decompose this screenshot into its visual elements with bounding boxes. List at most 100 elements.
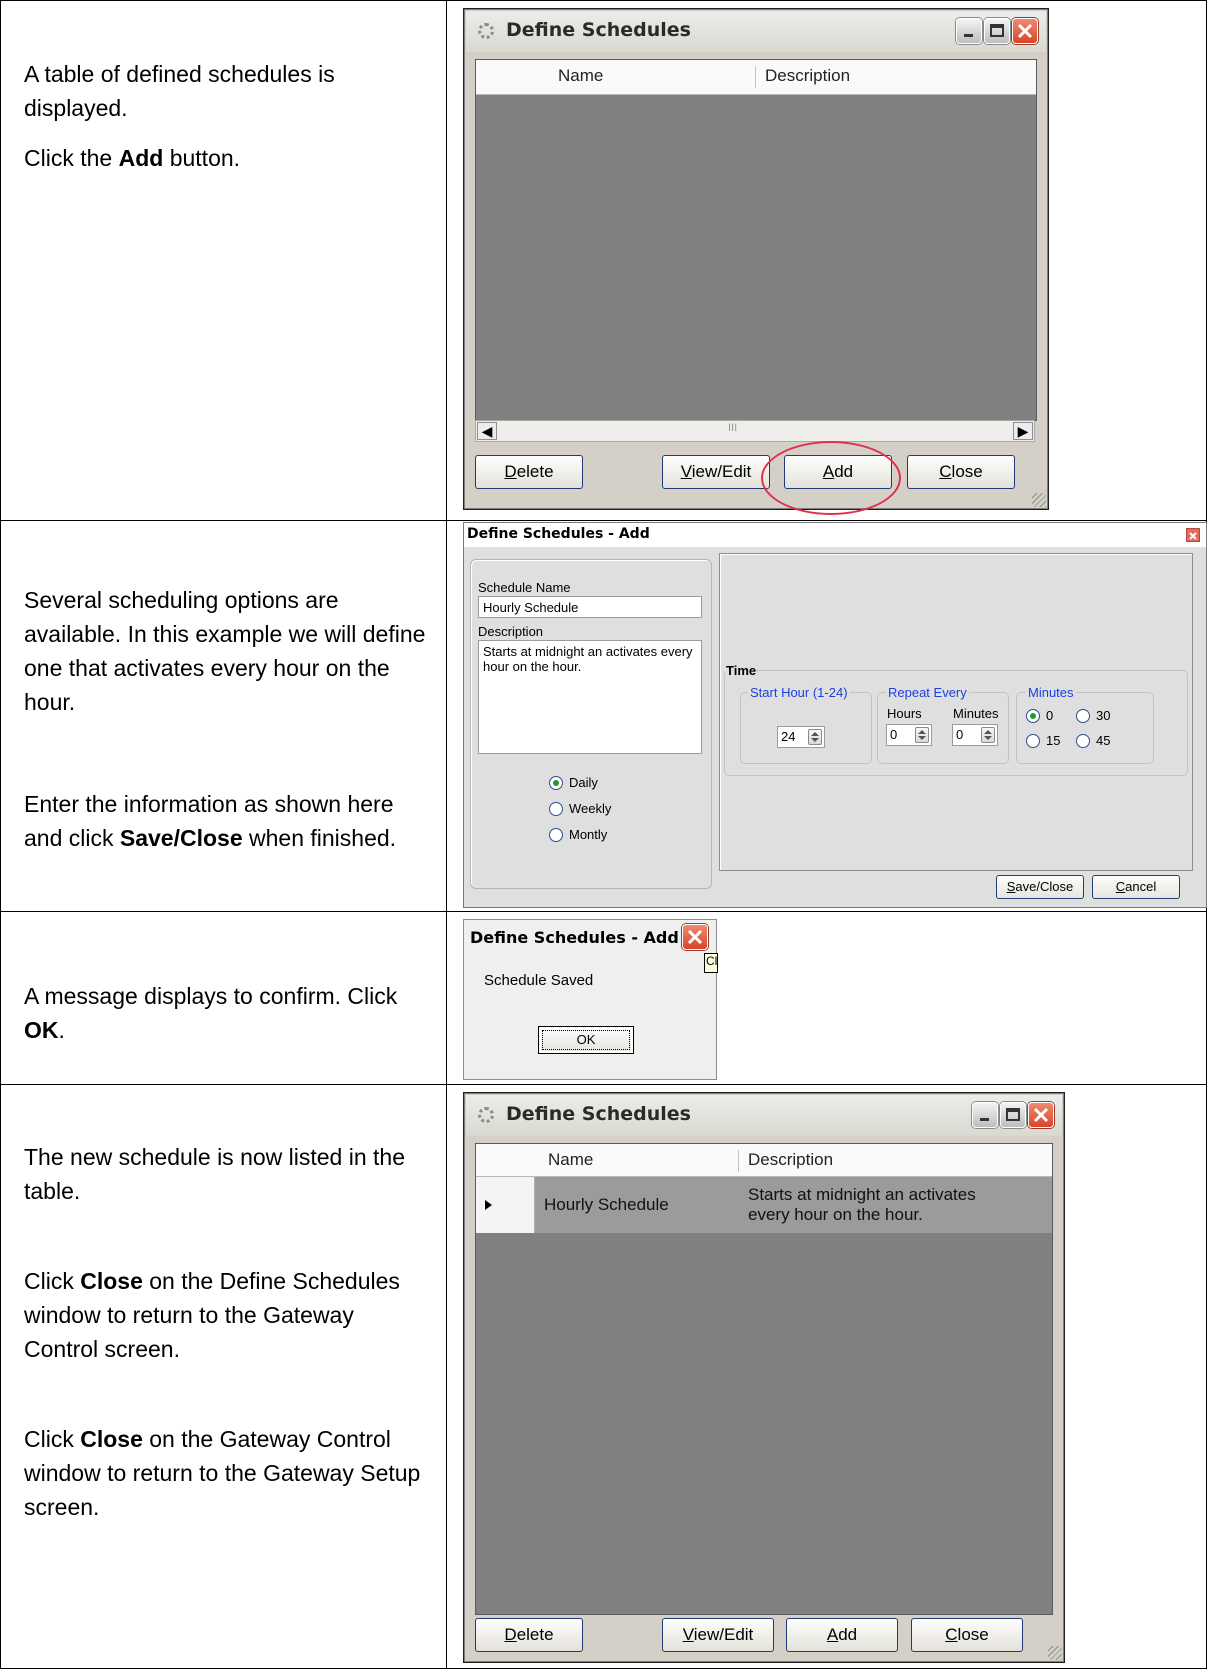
repeat-hours-spinner[interactable]: 0 [886,724,932,746]
column-header-name[interactable]: Name [558,66,603,86]
instruction-text: . [58,1017,65,1043]
minimize-button[interactable] [972,1102,998,1128]
add-button-highlight-circle [761,441,901,515]
minimize-icon [980,1118,989,1121]
view-label: iew/Edit [691,462,752,481]
minute-15-label: 15 [1046,733,1061,748]
scroll-left-arrow[interactable]: ◀ [477,422,497,440]
row-description-line1[interactable]: Starts at midnight an activates [748,1185,976,1205]
define-schedules-window: Define Schedules Name Descrip [463,1092,1065,1663]
repeat-minutes-spinner[interactable]: 0 [952,724,998,746]
add-button[interactable]: Add [786,1618,898,1652]
column-header-name[interactable]: Name [548,1150,593,1170]
instruction-paragraph: Several scheduling options are available… [24,583,430,719]
minutes-label: Minutes [953,706,999,721]
minute-45-label: 45 [1096,733,1111,748]
scroll-thumb-grip[interactable]: III [728,422,737,434]
view-accel: V [682,1625,694,1644]
delete-button[interactable]: Delete [475,1618,583,1652]
window-title-bar[interactable]: Define Schedules [466,11,1046,52]
resize-grip[interactable] [1032,493,1046,507]
horizontal-scrollbar[interactable]: ◀ III ▶ [475,420,1035,442]
schedules-grid: Name Description Hourly Schedule Starts … [475,1143,1053,1615]
delete-accel: D [504,1625,517,1644]
time-label: Time [726,663,757,678]
close-button[interactable]: Close [911,1618,1023,1652]
maximize-button[interactable] [1000,1102,1026,1128]
add-label: dd [838,1625,858,1644]
delete-button[interactable]: Delete [475,455,583,489]
spinner-arrows-icon[interactable] [981,727,995,743]
row-name-cell[interactable]: Hourly Schedule [544,1195,669,1215]
minutes-group-label: Minutes [1026,685,1076,700]
save-close-button[interactable]: Save/Close [996,875,1084,899]
current-row-arrow-icon [485,1200,492,1210]
minute-15-radio[interactable] [1026,734,1040,748]
minute-0-label: 0 [1046,708,1054,723]
step-screenshot-cell: Define Schedules - Add Cl Schedule Saved… [446,911,1207,1085]
schedule-name-input[interactable]: Hourly Schedule [478,596,702,618]
daily-radio[interactable] [549,776,563,790]
ok-button[interactable]: OK [538,1026,634,1054]
view-edit-button[interactable]: View/Edit [662,1618,774,1652]
close-button[interactable]: Close [907,455,1015,489]
step-row-1: A table of defined schedules is displaye… [0,0,1207,521]
minute-0-radio[interactable] [1026,709,1040,723]
resize-grip[interactable] [1048,1646,1062,1660]
spinner-arrows-icon[interactable] [915,727,929,743]
minute-45-radio[interactable] [1076,734,1090,748]
step-text-cell: A message displays to confirm. Click OK. [0,911,447,1085]
instruction-table: A table of defined schedules is displaye… [0,0,1207,1669]
table-row[interactable]: Hourly Schedule Starts at midnight an ac… [476,1177,1052,1233]
minimize-button[interactable] [956,18,982,44]
description-input[interactable]: Starts at midnight an activates every ho… [478,640,702,754]
description-label: Description [478,624,544,639]
delete-label: elete [516,462,554,481]
bold-term: OK [24,1017,59,1043]
close-accel: C [945,1625,958,1644]
maximize-icon [1006,1108,1020,1121]
step-screenshot-cell: Define Schedules Name Descrip [446,0,1207,521]
window-title-bar[interactable]: Define Schedules [466,1095,1062,1136]
instruction-text: Click [24,1426,81,1452]
close-window-button[interactable] [1012,18,1038,44]
instruction-text: A table of defined schedules is displaye… [24,61,335,121]
grid-header: Name Description [476,60,1036,95]
minute-30-label: 30 [1096,708,1111,723]
monthly-radio[interactable] [549,828,563,842]
close-window-button[interactable] [1028,1102,1054,1128]
message-box-title: Define Schedules - Add [470,928,679,947]
column-header-description[interactable]: Description [748,1150,833,1170]
instruction-paragraph: Click Close on the Define Schedules wind… [24,1264,430,1366]
weekly-radio[interactable] [549,802,563,816]
column-header-description[interactable]: Description [765,66,850,86]
close-label: lose [951,462,983,481]
minute-30-radio[interactable] [1076,709,1090,723]
spinner-arrows-icon[interactable] [808,729,822,745]
close-message-button[interactable] [682,924,708,950]
dialog-title-bar[interactable]: Define Schedules - Add [464,523,1206,547]
step-text-cell: A table of defined schedules is displaye… [0,0,447,521]
instruction-paragraph: Enter the information as shown here and … [24,787,430,855]
details-panel: Schedule Name Hourly Schedule Descriptio… [470,559,712,889]
close-label: lose [957,1625,989,1644]
view-edit-button[interactable]: View/Edit [662,455,770,489]
delete-accel: D [504,462,517,481]
maximize-button[interactable] [984,18,1010,44]
step-instructions: Several scheduling options are available… [1,521,446,855]
start-hour-spinner[interactable]: 24 [777,726,825,748]
row-description-line2[interactable]: every hour on the hour. [748,1205,923,1225]
close-tooltip: Cl [704,953,718,973]
cancel-label: ancel [1125,879,1157,894]
define-schedules-add-dialog: Define Schedules - Add Schedule Name Hou… [463,522,1207,908]
step-instructions: The new schedule is now listed in the ta… [1,1085,446,1524]
daily-label: Daily [569,775,598,790]
close-accel: C [939,462,952,481]
scroll-right-arrow[interactable]: ▶ [1013,422,1033,440]
view-label: iew/Edit [693,1625,754,1644]
schedule-saved-message-box: Define Schedules - Add Cl Schedule Saved… [463,919,718,1080]
close-dialog-button[interactable] [1186,528,1200,542]
instruction-paragraph: The new schedule is now listed in the ta… [24,1140,430,1208]
cancel-button[interactable]: Cancel [1092,875,1180,899]
minimize-icon [964,34,973,37]
